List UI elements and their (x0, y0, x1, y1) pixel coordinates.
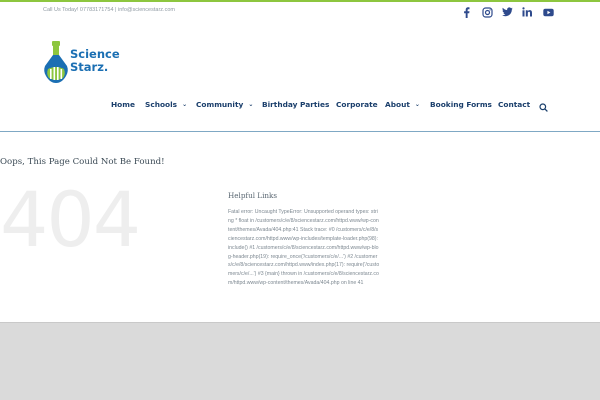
nav-birthday-parties[interactable]: Birthday Parties (262, 98, 329, 110)
nav-booking-forms[interactable]: Booking Forms (430, 98, 492, 110)
footer (0, 322, 600, 400)
nav-contact[interactable]: Contact (498, 98, 530, 110)
nav-about[interactable]: About ⌄ (385, 98, 420, 110)
nav-label: Contact (498, 99, 531, 109)
chevron-down-icon: ⌄ (182, 100, 188, 108)
nav-label: Booking Forms (430, 99, 492, 109)
nav-label: Community (196, 99, 244, 109)
php-error-message: Fatal error: Uncaught TypeError: Unsuppo… (228, 209, 380, 287)
youtube-icon[interactable] (542, 6, 554, 18)
nav-home[interactable]: Home (111, 98, 135, 110)
nav-label: Corporate (336, 99, 378, 109)
logo-wordmark: Science Starz. (70, 48, 120, 74)
flask-icon (44, 41, 68, 83)
page-title: Oops, This Page Could Not Be Found! (0, 157, 165, 167)
header-divider (0, 131, 600, 132)
instagram-icon[interactable] (481, 6, 493, 18)
chevron-down-icon: ⌄ (248, 100, 254, 108)
error-code-404: 404 (0, 175, 141, 264)
helpful-links-heading: Helpful Links (228, 191, 278, 200)
linkedin-icon[interactable] (521, 6, 533, 18)
site-logo[interactable]: Science Starz. (42, 40, 124, 86)
chevron-down-icon: ⌄ (414, 100, 420, 108)
nav-label: Home (111, 99, 135, 109)
nav-label: About (385, 99, 410, 109)
twitter-icon[interactable] (501, 6, 513, 18)
search-icon[interactable] (539, 99, 548, 112)
nav-schools[interactable]: Schools ⌄ (145, 98, 187, 110)
nav-label: Schools (145, 99, 178, 109)
nav-corporate[interactable]: Corporate (336, 98, 378, 110)
nav-community[interactable]: Community ⌄ (196, 98, 253, 110)
facebook-icon[interactable] (460, 6, 472, 18)
nav-label: Birthday Parties (262, 99, 330, 109)
logo-line-2: Starz. (70, 60, 109, 74)
contact-info: Call Us Today! 07783171754 | info@scienc… (43, 7, 175, 13)
